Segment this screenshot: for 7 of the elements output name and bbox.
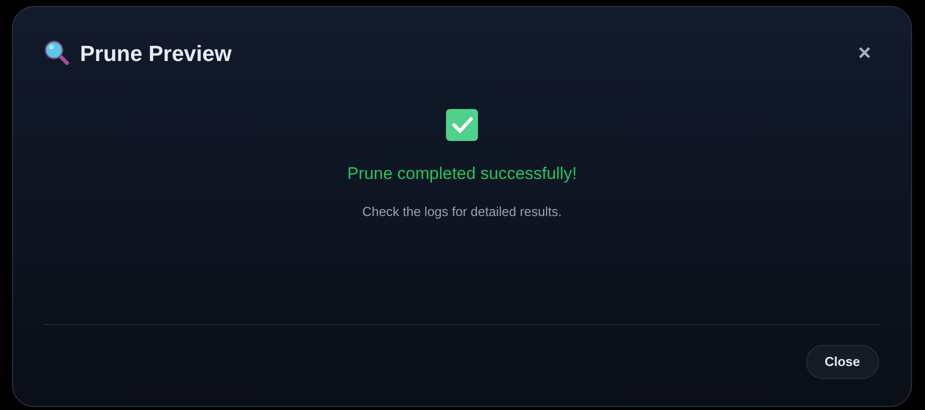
magnifier-icon	[44, 40, 70, 66]
checkmark-icon	[446, 109, 478, 141]
detail-text: Check the logs for detailed results.	[362, 202, 562, 221]
close-dialog-button[interactable]: Close	[806, 345, 879, 379]
dialog-title: Prune Preview	[80, 40, 232, 68]
close-button[interactable]: ×	[854, 42, 875, 64]
success-message: Prune completed successfully!	[347, 163, 577, 185]
